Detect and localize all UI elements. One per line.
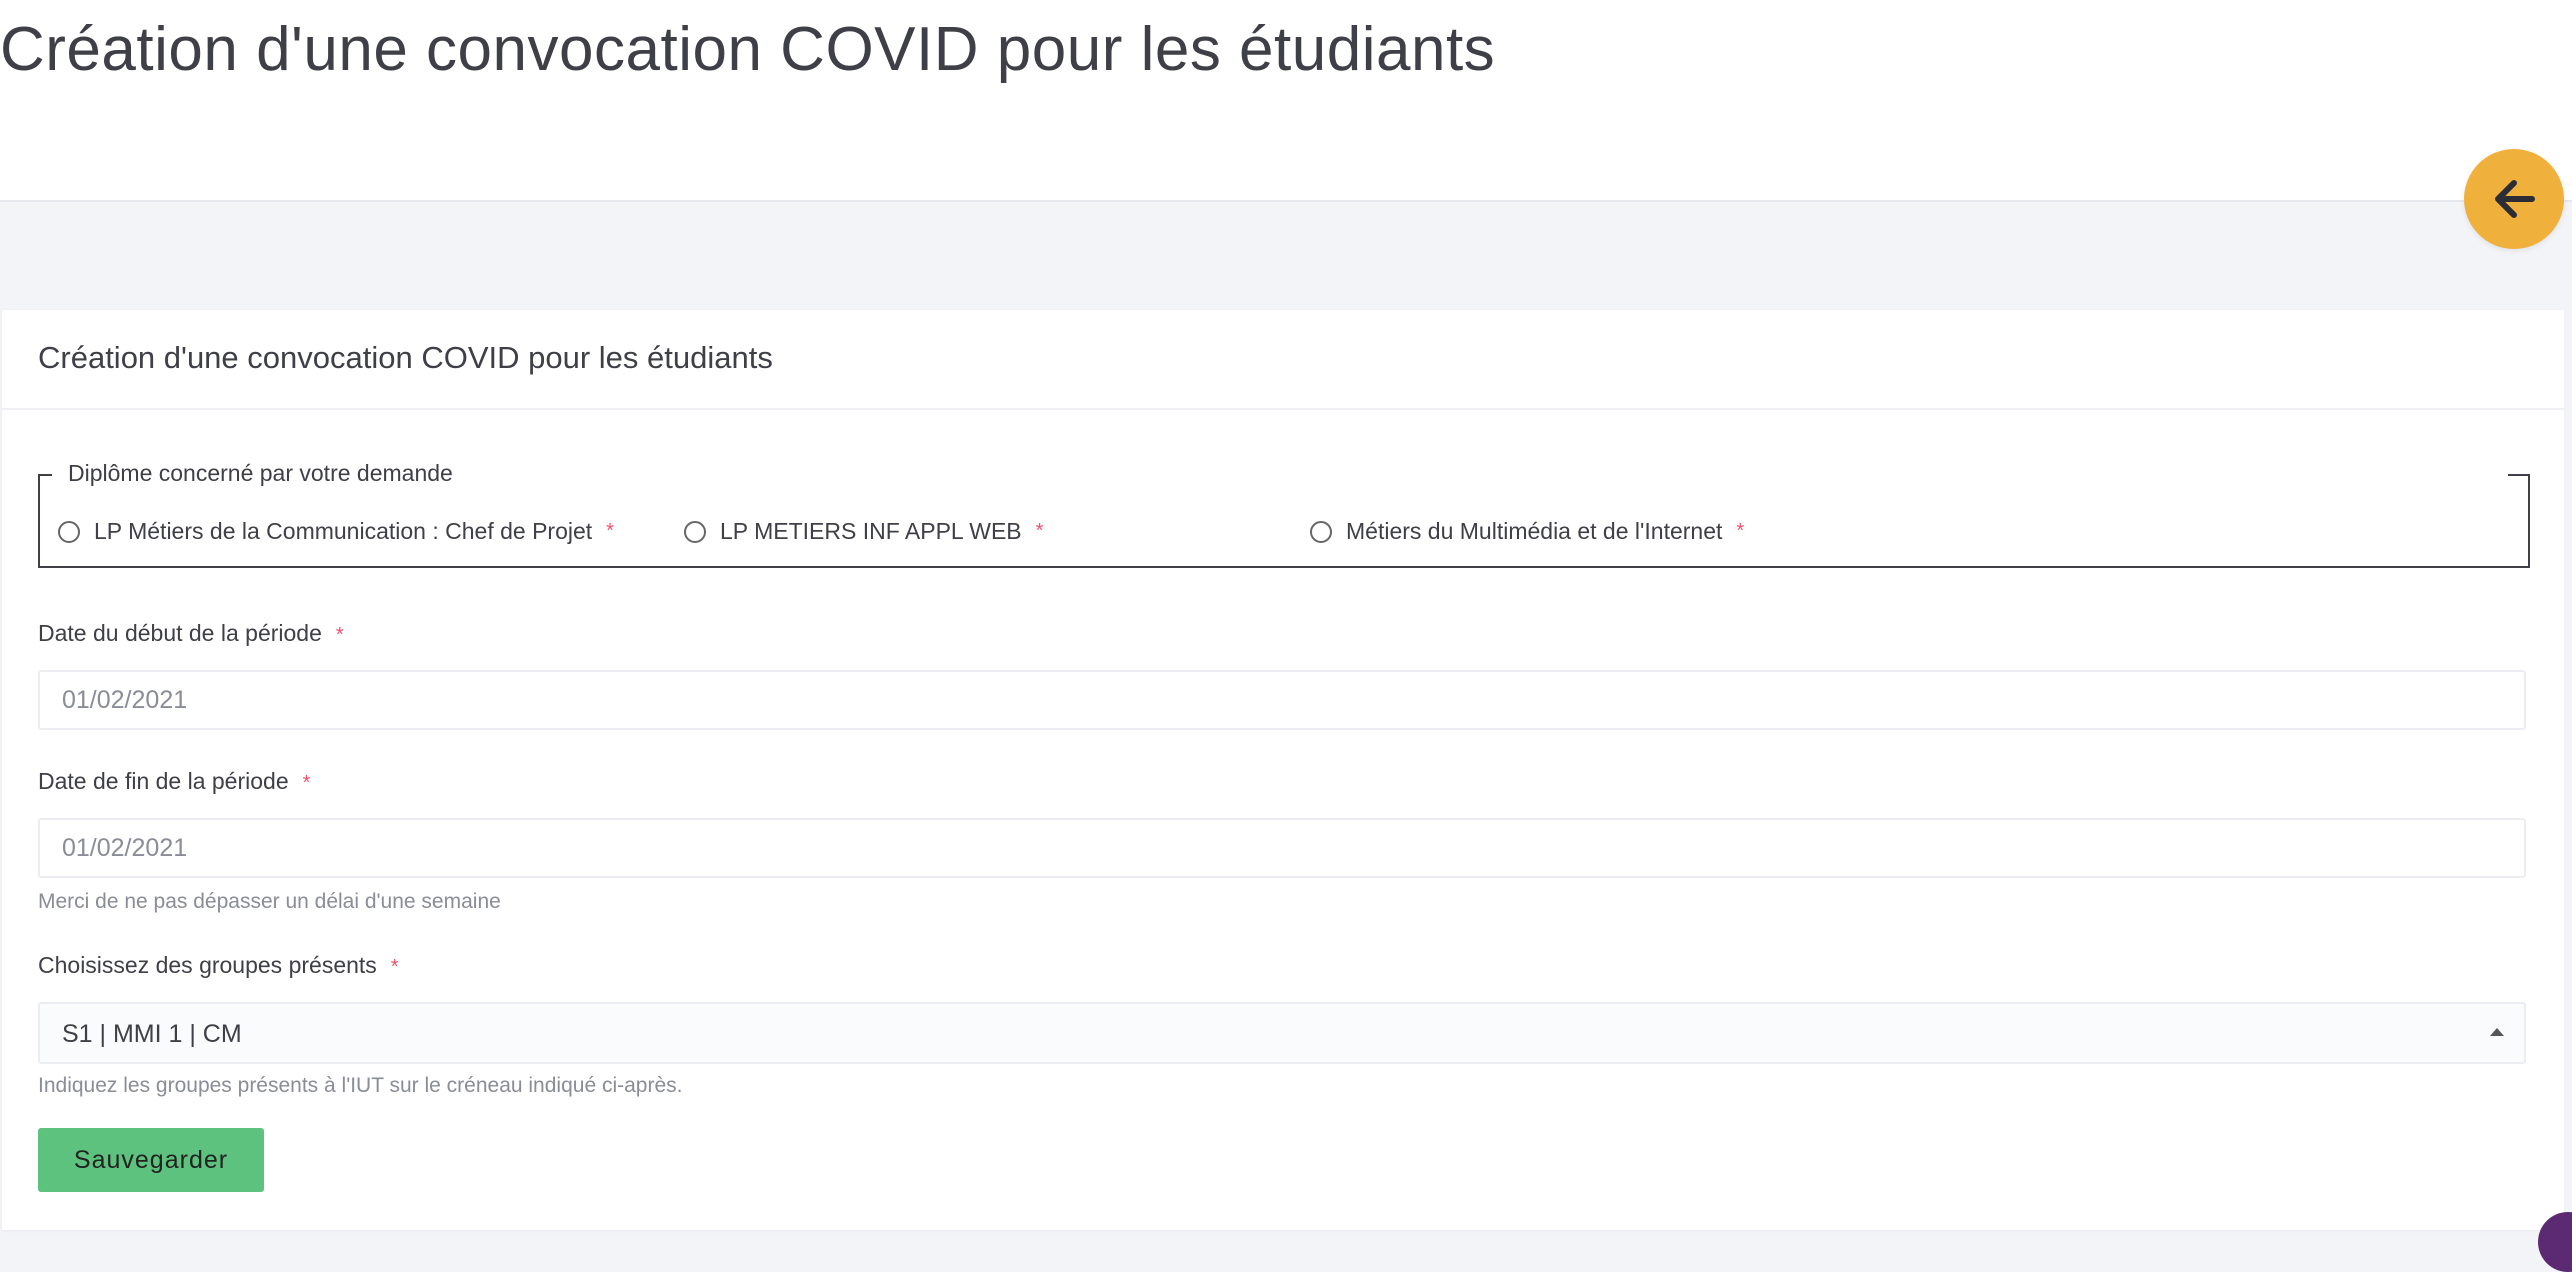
diploma-legend: Diplôme concerné par votre demande: [68, 460, 453, 486]
groups-select[interactable]: S1 | MMI 1 | CM: [38, 1002, 2526, 1064]
card-header: Création d'une convocation COVID pour le…: [2, 310, 2564, 410]
required-marker: *: [1736, 520, 1745, 542]
end-date-input[interactable]: [38, 818, 2526, 878]
save-button[interactable]: Sauvegarder: [38, 1128, 264, 1192]
end-date-help: Merci de ne pas dépasser un délai d'une …: [38, 890, 501, 913]
arrow-left-icon: [2495, 180, 2535, 218]
radio-lp-communication[interactable]: LP Métiers de la Communication : Chef de…: [58, 518, 614, 545]
groups-selected-value: S1 | MMI 1 | CM: [62, 1020, 242, 1048]
card-title: Création d'une convocation COVID pour le…: [38, 340, 773, 375]
end-date-label: Date de fin de la période *: [38, 768, 310, 795]
back-button[interactable]: [2464, 149, 2564, 249]
radio-lp-web[interactable]: LP METIERS INF APPL WEB *: [684, 518, 1043, 545]
groups-label-text: Choisissez des groupes présents: [38, 952, 377, 978]
radio-circle[interactable]: [684, 520, 706, 543]
required-marker: *: [1035, 520, 1044, 542]
caret-up-icon: [2490, 1028, 2504, 1036]
radio-circle[interactable]: [1310, 520, 1332, 543]
required-marker: *: [606, 520, 614, 542]
groups-label: Choisissez des groupes présents *: [38, 952, 399, 979]
radio-mmi[interactable]: Métiers du Multimédia et de l'Internet *: [1310, 518, 1744, 545]
start-date-input[interactable]: [38, 670, 2526, 730]
required-marker: *: [335, 624, 344, 646]
radio-label: LP Métiers de la Communication : Chef de…: [94, 518, 593, 544]
start-date-label-text: Date du début de la période: [38, 620, 322, 646]
radio-label: Métiers du Multimédia et de l'Internet: [1346, 518, 1723, 544]
start-date-label: Date du début de la période *: [38, 620, 344, 647]
end-date-label-text: Date de fin de la période: [38, 768, 289, 794]
radio-circle[interactable]: [58, 520, 80, 543]
groups-help: Indiquez les groupes présents à l'IUT su…: [38, 1074, 683, 1097]
fieldset-border: [2508, 474, 2528, 476]
required-marker: *: [390, 956, 399, 978]
form-card: Création d'une convocation COVID pour le…: [2, 310, 2564, 1230]
page-title: Création d'une convocation COVID pour le…: [0, 15, 1496, 84]
required-marker: *: [302, 772, 311, 794]
page-header: Création d'une convocation COVID pour le…: [0, 0, 2572, 202]
radio-label: LP METIERS INF APPL WEB: [720, 518, 1022, 544]
fieldset-border: [38, 474, 52, 476]
